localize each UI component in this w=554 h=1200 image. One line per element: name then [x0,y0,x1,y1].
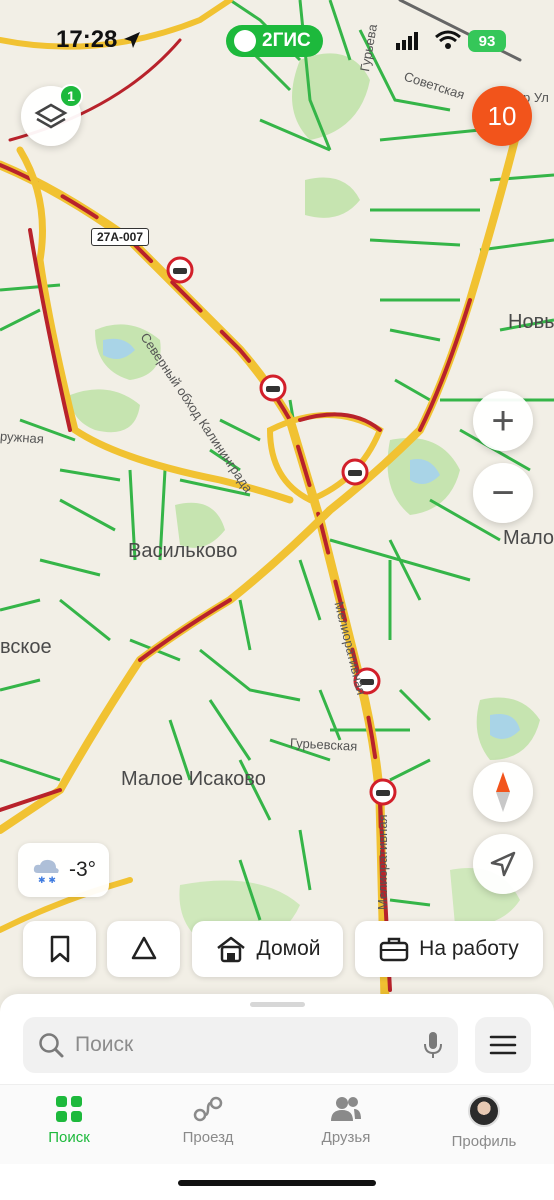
tab-route[interactable]: Проезд [153,1095,263,1146]
sheet-grabber[interactable] [250,1002,305,1007]
search-icon [39,1033,64,1058]
road-number-sign: 27А-007 [91,228,150,246]
place-label-vasilkovo: Васильково [128,540,238,562]
tab-label-friends: Друзья [321,1129,371,1146]
briefcase-icon [379,937,409,962]
place-label-vskoe: вское [0,636,52,658]
brand-name: 2ГИС [262,30,311,51]
home-indicator [178,1180,376,1186]
bottom-sheet: Поиск Поиск Проезд Друзья Профиль [0,994,554,1200]
route-icon [193,1096,223,1122]
zoom-in-button[interactable]: + [473,391,533,451]
brand-bird-icon [234,30,256,52]
brand-logo[interactable]: 2ГИС [226,25,323,57]
traffic-score-button[interactable]: 10 [472,86,532,146]
minus-icon: − [491,471,515,515]
weather-widget[interactable]: ✱ ✱ -3° [18,843,109,897]
zoom-out-button[interactable]: − [473,463,533,523]
compass-icon [496,772,510,812]
friends-icon [331,1097,361,1121]
tab-label-profile: Профиль [451,1133,517,1150]
my-location-button[interactable] [473,834,533,894]
bell-icon [131,936,156,960]
layers-badge: 1 [59,84,83,108]
grid-icon [56,1096,82,1122]
compass-button[interactable] [473,762,533,822]
tab-bar: Поиск Проезд Друзья Профиль [0,1084,554,1164]
navigation-arrow-icon [490,851,516,877]
snow-cloud-icon: ✱ ✱ [33,859,59,885]
street-label-ruzhnaya: ружная [0,428,45,447]
weather-temperature: -3° [68,858,97,881]
location-arrow-icon [124,32,140,48]
work-label: На работу [419,937,519,960]
search-placeholder: Поиск [75,1033,134,1056]
bookmarks-button[interactable] [23,921,96,977]
home-button[interactable]: Домой [192,921,343,977]
status-time: 17:28 [56,26,118,53]
battery-indicator: 93 [468,30,506,52]
home-icon [216,936,245,963]
notifications-button[interactable] [107,921,180,977]
plus-icon: + [491,399,515,443]
street-label-meliorativnaya-2: Мелиоративная [375,814,390,910]
hamburger-menu-icon [489,1035,517,1055]
status-bar: 17:28 2ГИС 93 [0,0,554,84]
place-label-maloe: Малое [503,527,554,549]
tab-profile[interactable]: Профиль [429,1095,539,1150]
tab-label-search: Поиск [48,1129,90,1146]
tab-label-route: Проезд [182,1129,234,1146]
home-label: Домой [256,937,321,960]
bookmark-icon [50,935,69,963]
cellular-signal-icon [396,32,418,50]
tab-friends[interactable]: Друзья [291,1095,401,1146]
work-button[interactable]: На работу [355,921,543,977]
svg-text:✱ ✱: ✱ ✱ [38,876,56,885]
wifi-icon [435,30,461,49]
tab-search[interactable]: Поиск [14,1095,124,1146]
microphone-icon[interactable] [424,1031,442,1059]
avatar [468,1095,500,1127]
menu-button[interactable] [475,1017,531,1073]
search-input[interactable]: Поиск [23,1017,458,1073]
place-label-novy: Новы [508,311,554,333]
place-label-maloe-isakovo: Малое Исаково [121,768,266,790]
